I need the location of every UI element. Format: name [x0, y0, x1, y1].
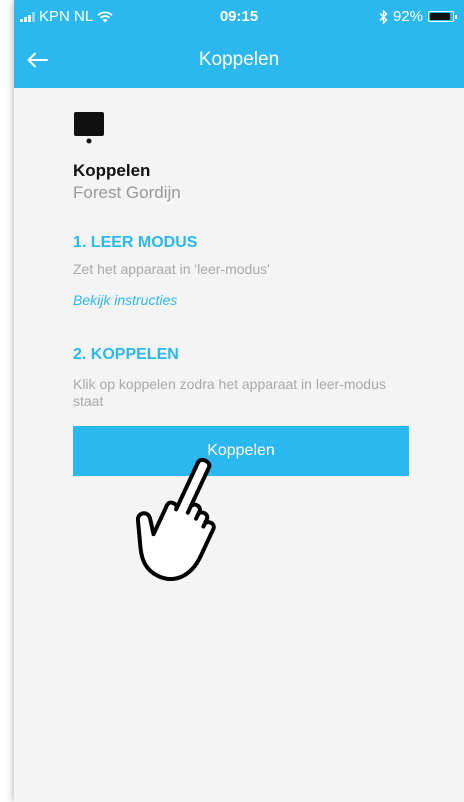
battery-percentage: 92%	[392, 8, 423, 25]
step-2-text: Klik op koppelen zodra het apparaat in l…	[73, 376, 386, 409]
app-bar: Koppelen	[14, 32, 464, 88]
status-bar: KPN NL 09:15 92%	[14, 0, 464, 32]
status-right: 92%	[379, 8, 457, 25]
phone-screen: KPN NL 09:15 92% Koppelen Koppelen Fores…	[14, 0, 464, 802]
device-name: Forest Gordijn	[73, 183, 181, 202]
hand-pointer-icon	[135, 457, 216, 581]
step-2-heading: 2. KOPPELEN	[73, 346, 179, 363]
device-title: Koppelen	[73, 161, 151, 180]
instructions-link[interactable]: Bekijk instructies	[73, 292, 177, 308]
bluetooth-icon	[379, 9, 388, 24]
device-screen-icon	[74, 112, 104, 144]
step-1-heading: 1. LEER MODUS	[73, 234, 198, 251]
step-1-text: Zet het apparaat in 'leer-modus'	[73, 261, 270, 277]
pair-button[interactable]: Koppelen	[73, 426, 409, 476]
page-title: Koppelen	[198, 49, 280, 70]
battery-icon	[428, 11, 457, 22]
